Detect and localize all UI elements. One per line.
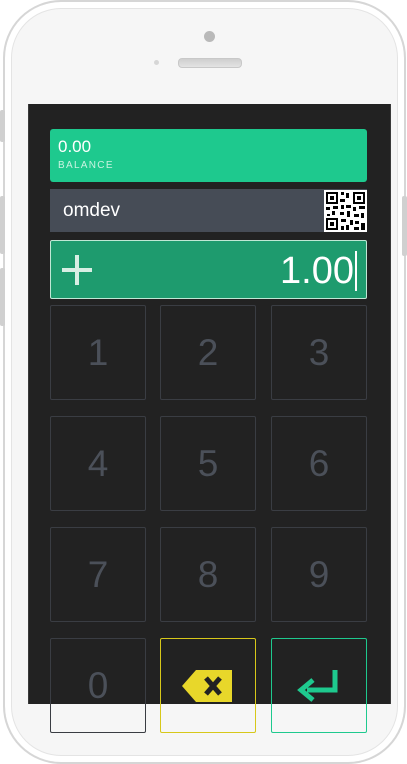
volume-up-button (0, 196, 5, 254)
key-label: 5 (197, 442, 219, 484)
key-label: 6 (308, 442, 330, 484)
account-bar[interactable]: omdev (50, 189, 367, 232)
front-camera (204, 31, 215, 42)
key-label: 8 (197, 553, 219, 595)
enter-button[interactable] (271, 638, 367, 733)
key-4[interactable]: 4 (50, 416, 146, 511)
key-label: 1 (87, 331, 109, 373)
key-label: 2 (197, 331, 219, 373)
key-3[interactable]: 3 (271, 305, 367, 400)
key-8[interactable]: 8 (160, 527, 256, 622)
amount-value: 1.00 (280, 251, 357, 291)
backspace-icon (180, 666, 236, 706)
key-label: 3 (308, 331, 330, 373)
enter-icon (295, 666, 343, 706)
key-2[interactable]: 2 (160, 305, 256, 400)
balance-label: BALANCE (58, 160, 114, 171)
key-7[interactable]: 7 (50, 527, 146, 622)
key-5[interactable]: 5 (160, 416, 256, 511)
key-label: 9 (308, 553, 330, 595)
plus-icon[interactable] (61, 253, 95, 287)
key-label: 4 (87, 442, 109, 484)
earpiece-speaker (178, 58, 242, 68)
proximity-sensor (154, 60, 159, 65)
delete-button[interactable] (160, 638, 256, 733)
key-9[interactable]: 9 (271, 527, 367, 622)
key-0[interactable]: 0 (50, 638, 146, 733)
key-label: 7 (87, 553, 109, 595)
power-button (402, 196, 407, 256)
balance-card: 0.00 BALANCE (50, 129, 367, 182)
key-6[interactable]: 6 (271, 416, 367, 511)
app-screen: 0.00 BALANCE omdev 1.00 1 2 3 4 5 6 7 8 … (28, 104, 391, 733)
balance-value: 0.00 (58, 137, 92, 156)
volume-down-button (0, 268, 5, 326)
mute-switch (0, 110, 5, 142)
phone-frame: 0.00 BALANCE omdev 1.00 1 2 3 4 5 6 7 8 … (3, 0, 406, 764)
amount-input[interactable]: 1.00 (50, 240, 367, 299)
key-1[interactable]: 1 (50, 305, 146, 400)
qr-code-icon[interactable] (324, 190, 367, 232)
account-name: omdev (63, 200, 121, 221)
key-label: 0 (87, 664, 109, 706)
